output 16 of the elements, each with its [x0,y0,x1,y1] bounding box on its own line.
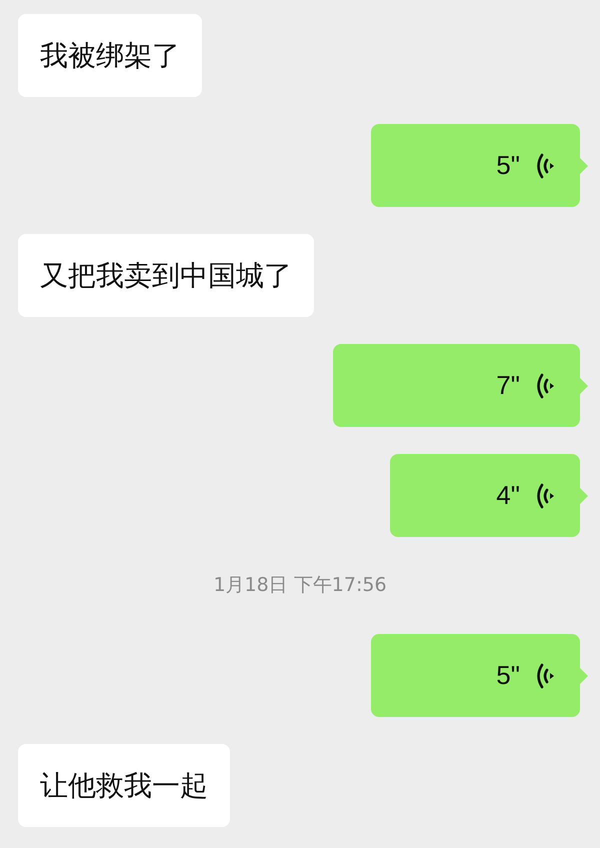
voice-icon [534,372,556,398]
voice-message[interactable]: 7" [333,344,580,427]
message-bubble: 又把我卖到中国城了 [18,234,314,317]
bubble-tail [580,158,588,174]
voice-icon [534,662,556,688]
voice-message[interactable]: 4" [390,454,580,537]
voice-icon [534,482,556,508]
bubble-tail [580,668,588,684]
voice-icon [534,152,556,178]
bubble-tail [580,488,588,504]
message-bubble: 让他救我一起 [18,744,230,827]
message-bubble: 我被绑架了 [18,14,202,97]
bubble-tail [580,378,588,394]
timestamp: 1月18日 下午17:56 [213,573,387,598]
voice-message[interactable]: 5" [371,634,580,717]
voice-message[interactable]: 5" [371,124,580,207]
